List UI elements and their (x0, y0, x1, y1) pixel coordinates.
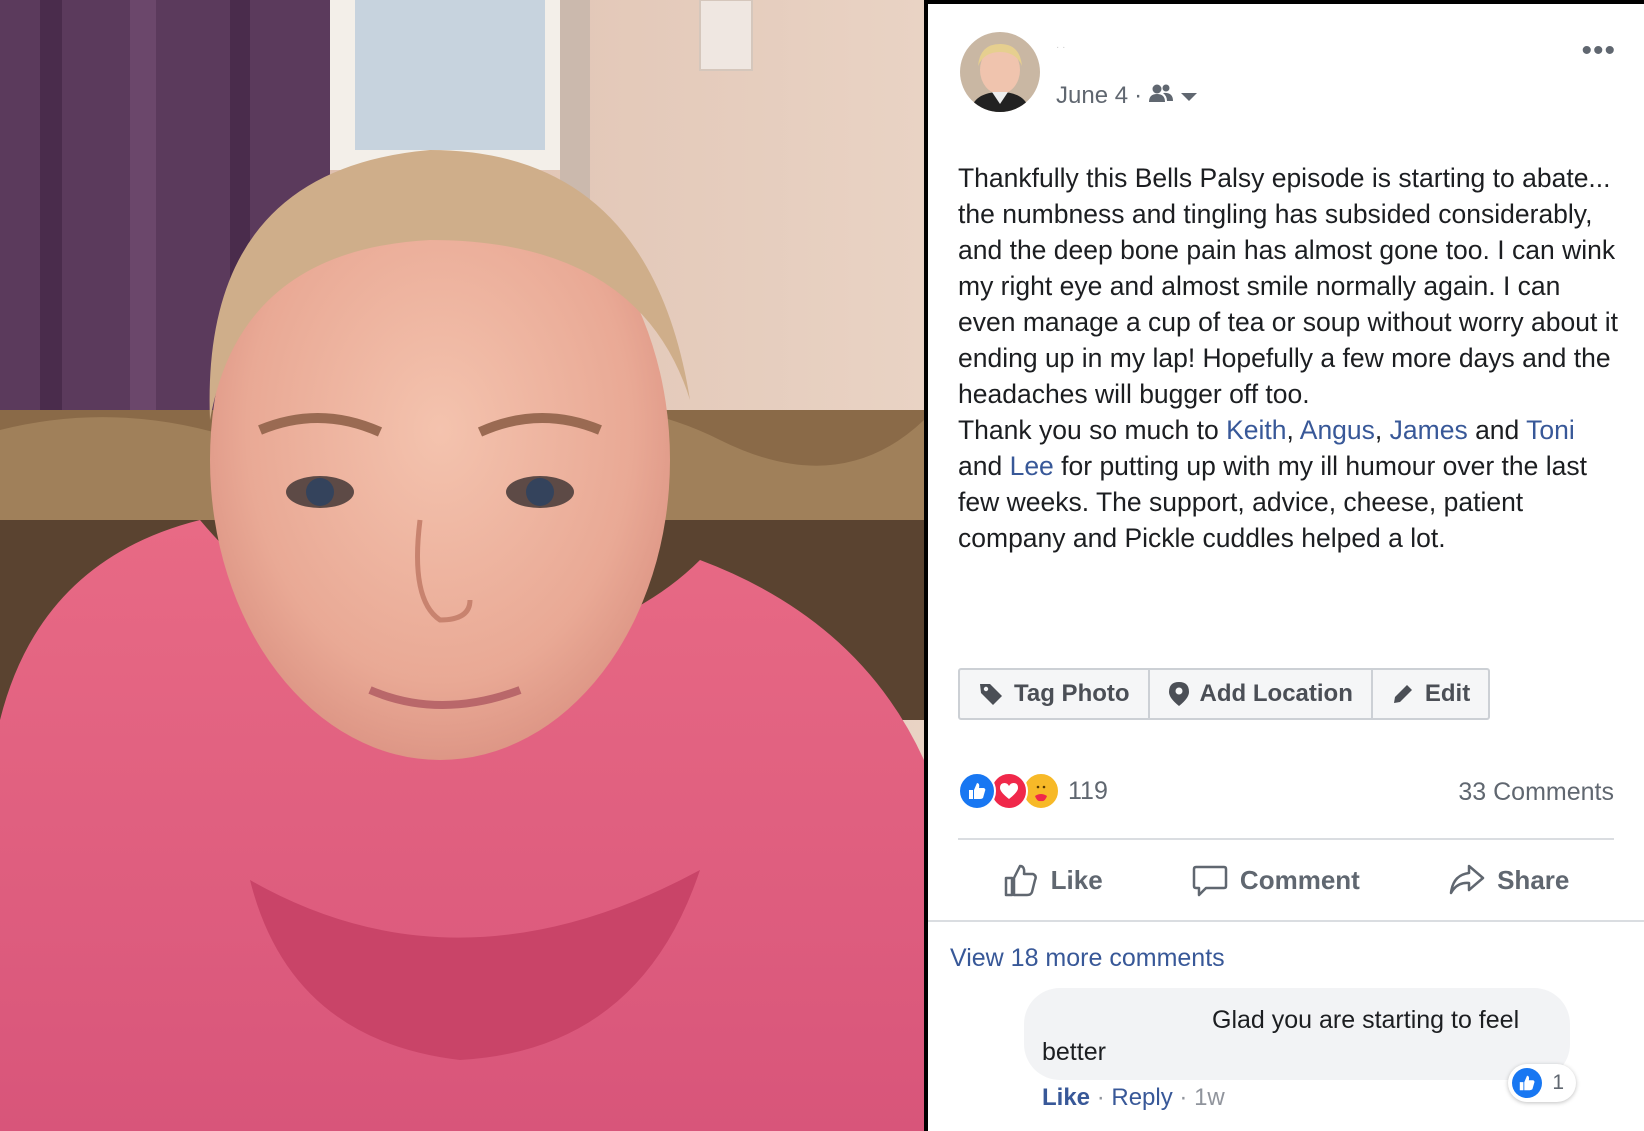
post-meta: June 4 · (1056, 82, 1198, 110)
divider (928, 920, 1644, 922)
tag-photo-label: Tag Photo (1014, 680, 1130, 707)
separator: · (1179, 1084, 1195, 1111)
comment-like-count: 1 (1552, 1071, 1564, 1094)
mention-angus[interactable]: Angus (1300, 415, 1375, 445)
pencil-icon (1393, 685, 1412, 703)
view-more-comments-link[interactable]: View 18 more comments (950, 944, 1225, 973)
post-date[interactable]: June 4 (1056, 82, 1128, 110)
edit-button[interactable]: Edit (1373, 670, 1488, 718)
like-button[interactable]: Like (1003, 862, 1103, 898)
tag-photo-button[interactable]: Tag Photo (960, 670, 1150, 718)
post-text-part: for putting up with my ill humour over t… (958, 451, 1595, 553)
share-button[interactable]: Share (1449, 862, 1569, 898)
avatar-image (960, 32, 1040, 112)
friends-icon[interactable] (1148, 82, 1174, 110)
location-pin-icon (1168, 682, 1189, 706)
mention-james[interactable]: James (1390, 415, 1468, 445)
share-icon (1449, 864, 1485, 895)
chevron-down-icon[interactable] (1180, 82, 1198, 110)
comment-like-link[interactable]: Like (1042, 1084, 1090, 1111)
selfie-photo (0, 0, 924, 1131)
comment-button[interactable]: Comment (1192, 862, 1360, 898)
like-label: Like (1050, 864, 1103, 895)
photo-action-bar: Tag Photo Add Location Edit (958, 668, 1491, 720)
edit-label: Edit (1424, 680, 1471, 707)
post-text-part: , (1374, 415, 1390, 445)
post-photo[interactable] (0, 0, 924, 1131)
comment-actions: Like · Reply · 1w (1042, 1084, 1225, 1112)
add-location-label: Add Location (1199, 680, 1353, 707)
mention-toni[interactable]: Toni (1526, 415, 1575, 445)
mention-keith[interactable]: Keith (1226, 415, 1286, 445)
separator: · (1096, 1084, 1112, 1111)
comment-text: Glad you are starting to feel better (1042, 1006, 1520, 1066)
post-text: Thankfully this Bells Palsy episode is s… (958, 160, 1618, 556)
comment-bubble: Glad you are starting to feel better 1 (1024, 988, 1576, 1102)
author-avatar[interactable] (960, 32, 1040, 112)
thumbs-up-icon (1004, 864, 1037, 897)
post-text-part: and (1467, 415, 1527, 445)
like-reaction-icon (958, 772, 996, 810)
add-location-button[interactable]: Add Location (1150, 670, 1373, 718)
reaction-count: 119 (1068, 776, 1108, 805)
meta-separator: · (1134, 82, 1143, 109)
comments-count[interactable]: 33 Comments (1458, 778, 1614, 807)
reaction-summary[interactable]: 119 (958, 772, 1108, 810)
mention-lee[interactable]: Lee (1010, 451, 1054, 481)
like-reaction-icon (1512, 1068, 1543, 1098)
share-label: Share (1497, 864, 1570, 895)
author-name-blurred[interactable]: · · (1056, 42, 1084, 53)
comment-icon (1192, 865, 1228, 897)
post-text-part: , (1286, 415, 1300, 445)
divider (958, 838, 1614, 840)
more-options-icon[interactable]: ••• (1581, 34, 1616, 68)
comment-reaction-badge[interactable]: 1 (1508, 1064, 1576, 1102)
comment-label: Comment (1239, 864, 1360, 895)
comment-reply-link[interactable]: Reply (1111, 1084, 1172, 1111)
post-panel: · · June 4 · ••• Thankfully this Bells P… (928, 4, 1644, 1131)
post-text-part: Thankfully this Bells Palsy episode is s… (958, 163, 1618, 445)
tag-icon (980, 684, 1002, 705)
post-action-buttons: Like Comment Share (958, 850, 1614, 910)
comment-timestamp[interactable]: 1w (1194, 1084, 1225, 1111)
